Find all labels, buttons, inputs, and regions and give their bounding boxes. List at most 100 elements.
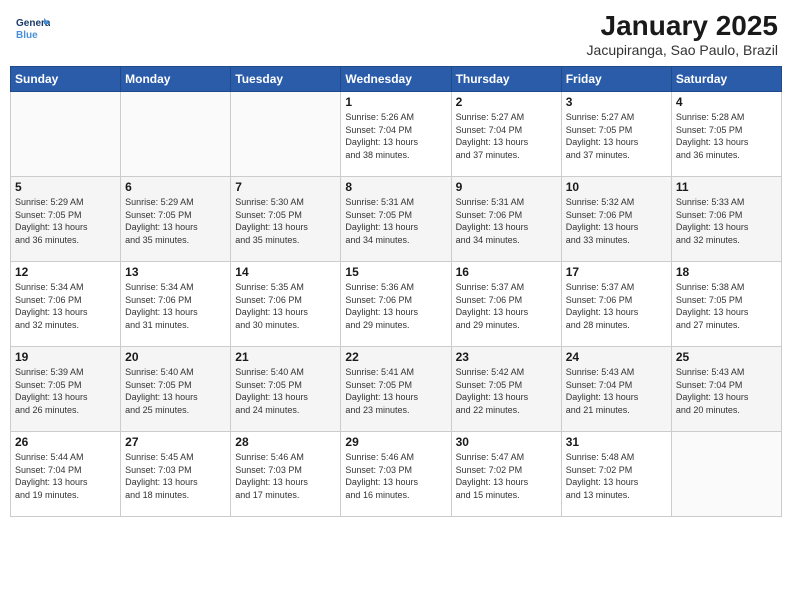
- calendar-cell: 24Sunrise: 5:43 AM Sunset: 7:04 PM Dayli…: [561, 347, 671, 432]
- day-number: 27: [125, 435, 226, 449]
- calendar-cell: 23 Sunrise: 5:42 AM Sunset: 7:05 PM Dayli…: [451, 347, 561, 432]
- calendar-subtitle: Jacupiranga, Sao Paulo, Brazil: [587, 42, 778, 58]
- logo-icon: General Blue: [14, 10, 50, 46]
- calendar-cell: 6Sunrise: 5:29 AM Sunset: 7:05 PM Daylig…: [121, 177, 231, 262]
- day-info: Sunrise: 5:48 AM Sunset: 7:02 PM Dayligh…: [566, 451, 667, 501]
- day-number: 12: [15, 265, 116, 279]
- calendar-cell: 2 Sunrise: 5:27 AM Sunset: 7:04 PM Daylig…: [451, 92, 561, 177]
- calendar-cell: 7 Sunrise: 5:30 AM Sunset: 7:05 PM Daylig…: [231, 177, 341, 262]
- day-number: 7: [235, 180, 336, 194]
- calendar-cell: 16 Sunrise: 5:37 AM Sunset: 7:06 PM Dayli…: [451, 262, 561, 347]
- calendar-cell: 9 Sunrise: 5:31 AM Sunset: 7:06 PM Daylig…: [451, 177, 561, 262]
- week-row-2: 12 Sunrise: 5:34 AM Sunset: 7:06 PM Dayli…: [11, 262, 782, 347]
- day-number: 20: [125, 350, 226, 364]
- day-number: 2: [456, 95, 557, 109]
- day-header-tuesday: Tuesday: [231, 67, 341, 92]
- day-number: 26: [15, 435, 116, 449]
- day-number: 19: [15, 350, 116, 364]
- day-header-saturday: Saturday: [671, 67, 781, 92]
- week-row-0: 1 Sunrise: 5:26 AM Sunset: 7:04 PM Daylig…: [11, 92, 782, 177]
- day-info: Sunrise: 5:41 AM Sunset: 7:05 PM Dayligh…: [345, 366, 446, 416]
- calendar-cell: 28Sunrise: 5:46 AM Sunset: 7:03 PM Dayli…: [231, 432, 341, 517]
- day-info: Sunrise: 5:42 AM Sunset: 7:05 PM Dayligh…: [456, 366, 557, 416]
- day-info: Sunrise: 5:43 AM Sunset: 7:04 PM Dayligh…: [676, 366, 777, 416]
- day-number: 5: [15, 180, 116, 194]
- day-number: 31: [566, 435, 667, 449]
- calendar-cell: 14Sunrise: 5:35 AM Sunset: 7:06 PM Dayli…: [231, 262, 341, 347]
- day-number: 13: [125, 265, 226, 279]
- day-number: 10: [566, 180, 667, 194]
- day-number: 3: [566, 95, 667, 109]
- calendar-header: SundayMondayTuesdayWednesdayThursdayFrid…: [11, 67, 782, 92]
- day-info: Sunrise: 5:47 AM Sunset: 7:02 PM Dayligh…: [456, 451, 557, 501]
- title-block: January 2025 Jacupiranga, Sao Paulo, Bra…: [587, 10, 778, 58]
- day-header-friday: Friday: [561, 67, 671, 92]
- day-info: Sunrise: 5:28 AM Sunset: 7:05 PM Dayligh…: [676, 111, 777, 161]
- day-info: Sunrise: 5:34 AM Sunset: 7:06 PM Dayligh…: [15, 281, 116, 331]
- logo: General Blue: [14, 10, 50, 46]
- calendar-table: SundayMondayTuesdayWednesdayThursdayFrid…: [10, 66, 782, 517]
- calendar-cell: 4 Sunrise: 5:28 AM Sunset: 7:05 PM Daylig…: [671, 92, 781, 177]
- day-info: Sunrise: 5:31 AM Sunset: 7:05 PM Dayligh…: [345, 196, 446, 246]
- calendar-cell: 29Sunrise: 5:46 AM Sunset: 7:03 PM Dayli…: [341, 432, 451, 517]
- day-header-wednesday: Wednesday: [341, 67, 451, 92]
- day-info: Sunrise: 5:45 AM Sunset: 7:03 PM Dayligh…: [125, 451, 226, 501]
- day-number: 8: [345, 180, 446, 194]
- day-number: 23: [456, 350, 557, 364]
- calendar-cell: 20 Sunrise: 5:40 AM Sunset: 7:05 PM Dayli…: [121, 347, 231, 432]
- day-info: Sunrise: 5:46 AM Sunset: 7:03 PM Dayligh…: [235, 451, 336, 501]
- svg-text:Blue: Blue: [16, 30, 38, 41]
- calendar-cell: 19 Sunrise: 5:39 AM Sunset: 7:05 PM Dayli…: [11, 347, 121, 432]
- calendar-cell: 26 Sunrise: 5:44 AM Sunset: 7:04 PM Dayli…: [11, 432, 121, 517]
- day-number: 29: [345, 435, 446, 449]
- calendar-cell: 3 Sunrise: 5:27 AM Sunset: 7:05 PM Daylig…: [561, 92, 671, 177]
- day-info: Sunrise: 5:27 AM Sunset: 7:05 PM Dayligh…: [566, 111, 667, 161]
- day-header-sunday: Sunday: [11, 67, 121, 92]
- calendar-cell: 10 Sunrise: 5:32 AM Sunset: 7:06 PM Dayli…: [561, 177, 671, 262]
- day-number: 30: [456, 435, 557, 449]
- day-info: Sunrise: 5:29 AM Sunset: 7:05 PM Dayligh…: [15, 196, 116, 246]
- calendar-cell: 13Sunrise: 5:34 AM Sunset: 7:06 PM Dayli…: [121, 262, 231, 347]
- day-number: 1: [345, 95, 446, 109]
- day-info: Sunrise: 5:31 AM Sunset: 7:06 PM Dayligh…: [456, 196, 557, 246]
- calendar-cell: [231, 92, 341, 177]
- calendar-cell: 17 Sunrise: 5:37 AM Sunset: 7:06 PM Dayli…: [561, 262, 671, 347]
- day-info: Sunrise: 5:37 AM Sunset: 7:06 PM Dayligh…: [566, 281, 667, 331]
- calendar-cell: 25 Sunrise: 5:43 AM Sunset: 7:04 PM Dayli…: [671, 347, 781, 432]
- day-number: 11: [676, 180, 777, 194]
- day-number: 25: [676, 350, 777, 364]
- day-info: Sunrise: 5:33 AM Sunset: 7:06 PM Dayligh…: [676, 196, 777, 246]
- day-info: Sunrise: 5:40 AM Sunset: 7:05 PM Dayligh…: [235, 366, 336, 416]
- day-number: 16: [456, 265, 557, 279]
- day-number: 21: [235, 350, 336, 364]
- day-info: Sunrise: 5:37 AM Sunset: 7:06 PM Dayligh…: [456, 281, 557, 331]
- day-info: Sunrise: 5:36 AM Sunset: 7:06 PM Dayligh…: [345, 281, 446, 331]
- day-number: 14: [235, 265, 336, 279]
- day-header-thursday: Thursday: [451, 67, 561, 92]
- calendar-cell: 12 Sunrise: 5:34 AM Sunset: 7:06 PM Dayli…: [11, 262, 121, 347]
- calendar-cell: 30 Sunrise: 5:47 AM Sunset: 7:02 PM Dayli…: [451, 432, 561, 517]
- day-number: 9: [456, 180, 557, 194]
- day-number: 17: [566, 265, 667, 279]
- day-info: Sunrise: 5:32 AM Sunset: 7:06 PM Dayligh…: [566, 196, 667, 246]
- calendar-cell: 22Sunrise: 5:41 AM Sunset: 7:05 PM Dayli…: [341, 347, 451, 432]
- calendar-cell: 18Sunrise: 5:38 AM Sunset: 7:05 PM Dayli…: [671, 262, 781, 347]
- day-info: Sunrise: 5:30 AM Sunset: 7:05 PM Dayligh…: [235, 196, 336, 246]
- calendar-cell: [121, 92, 231, 177]
- day-info: Sunrise: 5:44 AM Sunset: 7:04 PM Dayligh…: [15, 451, 116, 501]
- day-info: Sunrise: 5:26 AM Sunset: 7:04 PM Dayligh…: [345, 111, 446, 161]
- calendar-cell: 11 Sunrise: 5:33 AM Sunset: 7:06 PM Dayli…: [671, 177, 781, 262]
- day-info: Sunrise: 5:40 AM Sunset: 7:05 PM Dayligh…: [125, 366, 226, 416]
- day-info: Sunrise: 5:29 AM Sunset: 7:05 PM Dayligh…: [125, 196, 226, 246]
- calendar-cell: 1 Sunrise: 5:26 AM Sunset: 7:04 PM Daylig…: [341, 92, 451, 177]
- day-info: Sunrise: 5:38 AM Sunset: 7:05 PM Dayligh…: [676, 281, 777, 331]
- calendar-title: January 2025: [587, 10, 778, 42]
- calendar-cell: 27 Sunrise: 5:45 AM Sunset: 7:03 PM Dayli…: [121, 432, 231, 517]
- week-row-4: 26 Sunrise: 5:44 AM Sunset: 7:04 PM Dayli…: [11, 432, 782, 517]
- week-row-3: 19 Sunrise: 5:39 AM Sunset: 7:05 PM Dayli…: [11, 347, 782, 432]
- day-number: 4: [676, 95, 777, 109]
- calendar-cell: 21 Sunrise: 5:40 AM Sunset: 7:05 PM Dayli…: [231, 347, 341, 432]
- day-header-monday: Monday: [121, 67, 231, 92]
- day-info: Sunrise: 5:39 AM Sunset: 7:05 PM Dayligh…: [15, 366, 116, 416]
- day-info: Sunrise: 5:27 AM Sunset: 7:04 PM Dayligh…: [456, 111, 557, 161]
